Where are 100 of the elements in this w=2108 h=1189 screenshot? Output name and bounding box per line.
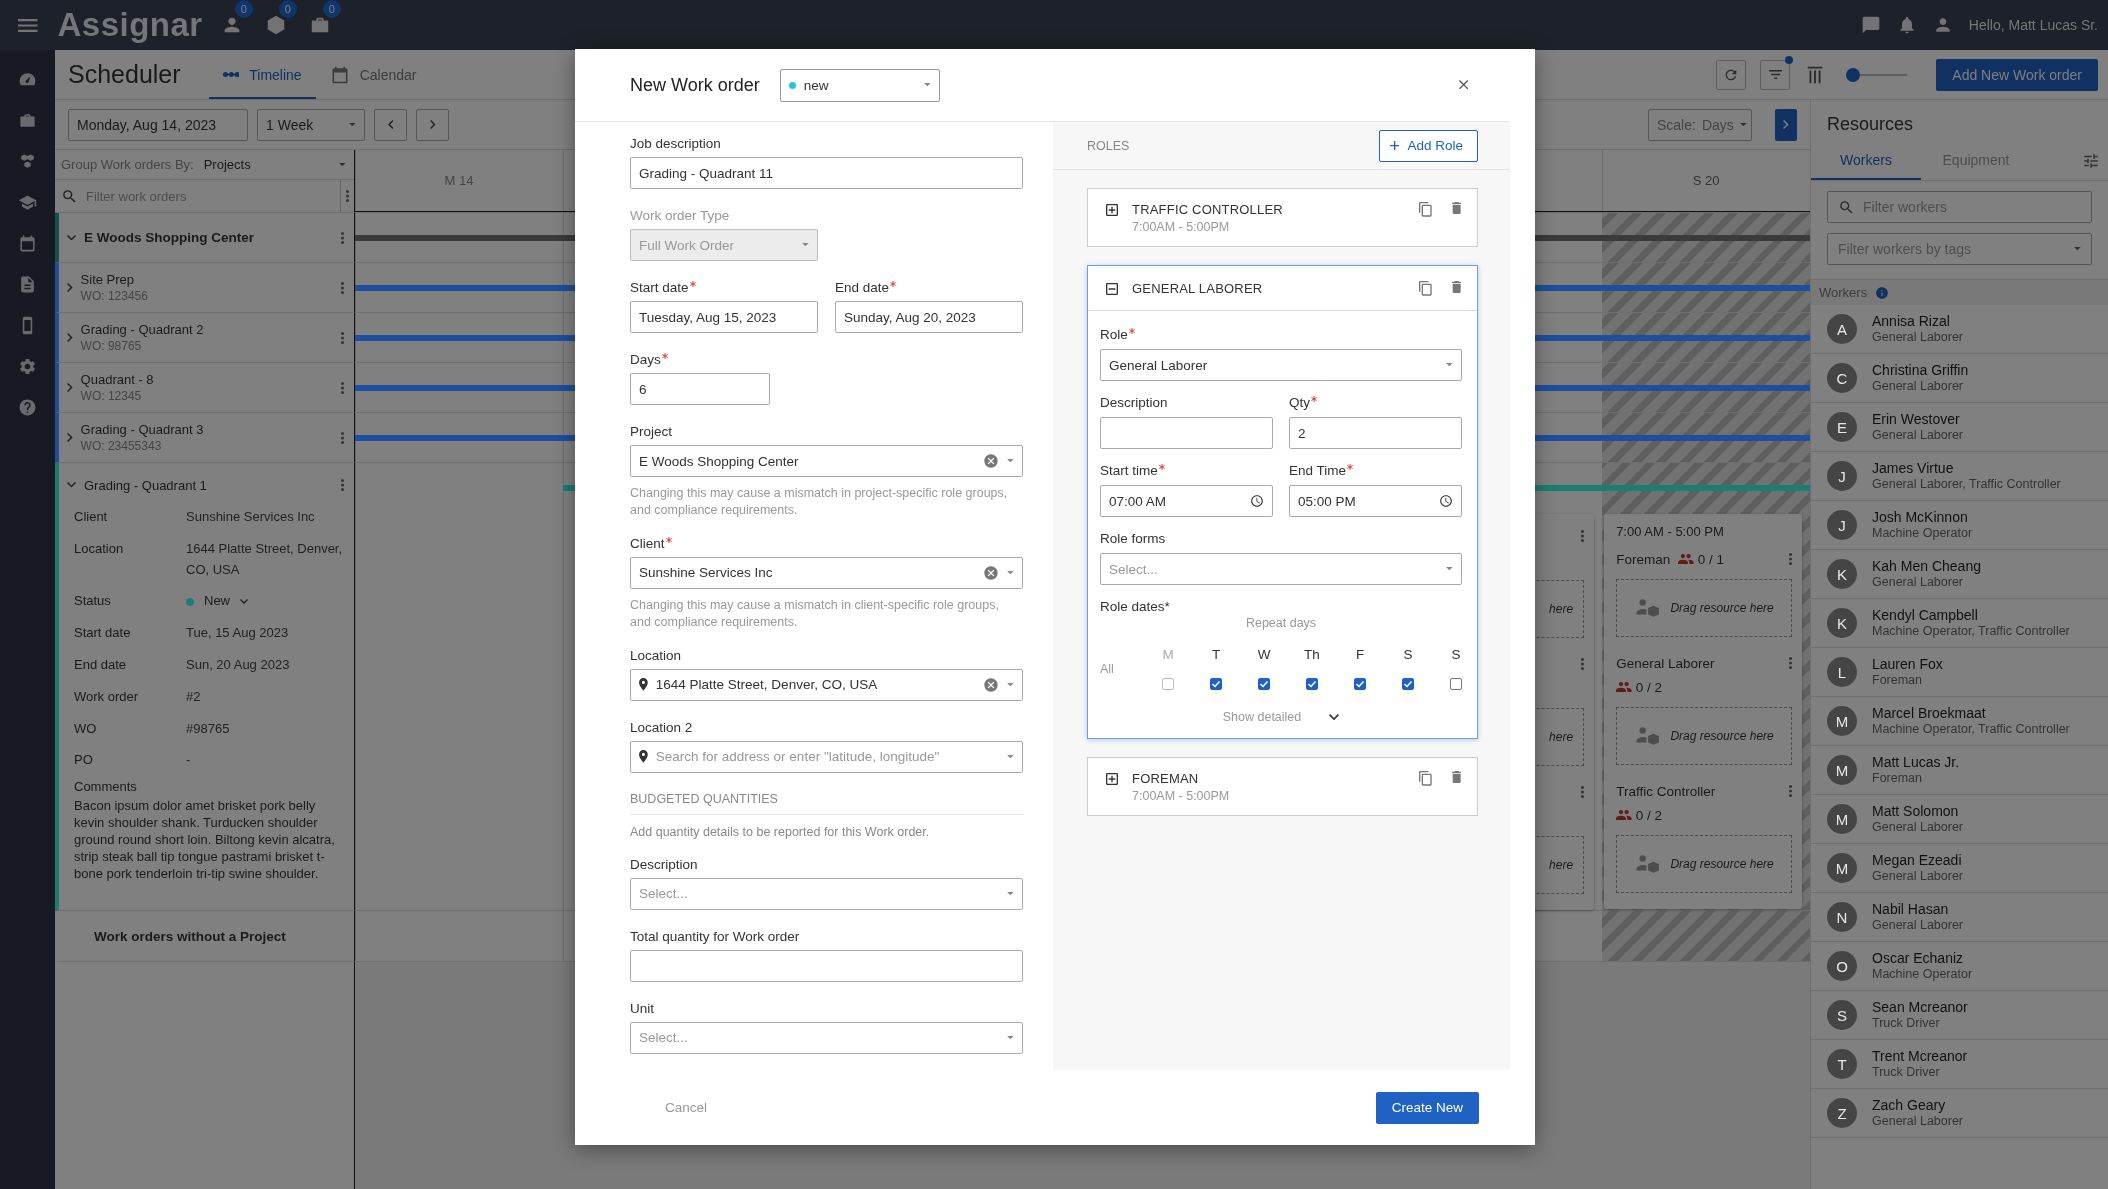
copy-icon[interactable] <box>1419 202 1432 217</box>
user-greeting[interactable]: Hello, Matt Lucas Sr. <box>1968 17 2098 33</box>
worker-item[interactable]: K Kendyl Campbell Machine Operator, Traffic Controller <box>1811 599 2108 648</box>
worker-item[interactable]: S Sean Mcreanor Truck Driver <box>1811 991 2108 1040</box>
worker-item[interactable]: O Oscar Echaniz Machine Operator <box>1811 942 2108 991</box>
location-field[interactable]: 1644 Platte Street, Denver, CO, USA <box>630 668 1023 701</box>
more-icon[interactable] <box>341 381 344 394</box>
text-field[interactable]: Grading - Quadrant 11 <box>630 157 1023 189</box>
create-button[interactable]: Create New <box>1375 1091 1479 1124</box>
sliders-icon[interactable] <box>2082 151 2100 170</box>
expand-icon[interactable] <box>1104 202 1120 218</box>
delete-icon[interactable] <box>1451 202 1461 214</box>
worker-item[interactable]: K Kah Men Cheang General Laborer <box>1811 550 2108 599</box>
clear-icon[interactable] <box>983 676 1000 693</box>
chevron-right-icon[interactable] <box>67 333 73 342</box>
select-field[interactable]: Select... <box>630 1021 1023 1054</box>
more-icon[interactable] <box>1789 657 1792 669</box>
more-icon[interactable] <box>1789 785 1792 797</box>
clear-icon[interactable] <box>983 453 1000 469</box>
day-checkbox[interactable] <box>1306 678 1318 690</box>
more-icon[interactable] <box>341 431 344 444</box>
work-order-name[interactable]: Grading - Quadrant 3 <box>80 422 333 437</box>
view-tab[interactable]: Calendar <box>315 52 431 99</box>
delete-icon[interactable] <box>1451 281 1461 293</box>
worker-item[interactable]: C Christina Griffin General Laborer <box>1811 354 2108 403</box>
calendar-icon[interactable] <box>18 234 37 253</box>
worker-item[interactable]: M Matt Solomon General Laborer <box>1811 795 2108 844</box>
slider-thumb[interactable] <box>1846 67 1861 82</box>
scale-dropdown[interactable]: Scale: Days <box>1648 108 1752 141</box>
select-field[interactable]: Select... <box>1100 553 1462 585</box>
worker-item[interactable]: M Matt Lucas Jr. Foreman <box>1811 746 2108 795</box>
day-checkbox[interactable] <box>1450 678 1462 690</box>
worker-item[interactable]: N Nabil Hasan General Laborer <box>1811 893 2108 942</box>
clear-icon[interactable] <box>983 564 1000 581</box>
text-field[interactable]: 6 <box>630 373 770 405</box>
worker-item[interactable]: Z Zach Geary General Laborer <box>1811 1089 2108 1138</box>
filter-button[interactable] <box>1760 59 1791 90</box>
copy-icon[interactable] <box>1419 281 1432 296</box>
time-field[interactable]: 05:00 PM <box>1289 485 1462 517</box>
expand-icon[interactable] <box>1104 771 1120 787</box>
status-dropdown[interactable]: new <box>779 68 940 102</box>
worker-item[interactable]: T Trent Mcreanor Truck Driver <box>1811 1040 2108 1089</box>
refresh-button[interactable] <box>1716 59 1747 90</box>
more-icon[interactable] <box>1581 658 1585 670</box>
worker-item[interactable]: M Megan Ezeadi General Laborer <box>1811 844 2108 893</box>
chevron-right-icon[interactable] <box>67 433 73 442</box>
work-order-name[interactable]: Site Prep <box>80 272 333 287</box>
work-order-name[interactable]: Quadrant - 8 <box>80 372 333 387</box>
next-button[interactable] <box>416 108 449 141</box>
more-icon[interactable] <box>341 331 344 344</box>
document-icon[interactable] <box>18 275 37 294</box>
cubes-icon[interactable] <box>18 152 37 171</box>
chevron-down-icon[interactable] <box>1329 713 1340 721</box>
resource-tab[interactable]: Workers <box>1811 141 1921 180</box>
help-icon[interactable] <box>18 398 37 417</box>
more-icon[interactable] <box>341 479 344 491</box>
settings-icon[interactable] <box>18 357 37 376</box>
day-checkbox[interactable] <box>1402 678 1414 690</box>
day-checkbox[interactable] <box>1210 678 1222 690</box>
worker-item[interactable]: A Annisa Rizal General Laborer <box>1811 305 2108 354</box>
select-field[interactable]: Sunshine Services Inc <box>630 556 1023 589</box>
drop-zone[interactable]: Drag resource here <box>1616 707 1792 765</box>
text-field[interactable] <box>1100 417 1273 449</box>
more-icon[interactable] <box>341 231 344 244</box>
date-field[interactable]: Sunday, Aug 20, 2023 <box>835 301 1023 333</box>
date-field[interactable]: Monday, Aug 14, 2023 <box>68 108 248 141</box>
more-icon[interactable] <box>1581 530 1585 542</box>
close-icon[interactable] <box>1458 80 1468 90</box>
app-logo[interactable]: Assignar <box>57 6 203 44</box>
worker-item[interactable]: J Josh McKinnon Machine Operator <box>1811 501 2108 550</box>
drop-zone[interactable]: Drag resource here <box>1616 579 1792 637</box>
date-field[interactable]: Tuesday, Aug 15, 2023 <box>630 301 818 333</box>
select-field[interactable]: General Laborer <box>1100 349 1462 381</box>
more-icon[interactable] <box>341 281 344 294</box>
text-field[interactable] <box>630 949 1023 982</box>
work-order-name[interactable]: Grading - Quadrant 2 <box>80 322 333 337</box>
drop-zone[interactable]: Drag resource here <box>1616 835 1792 893</box>
work-order-name[interactable]: Grading - Quadrant 1 <box>84 477 333 493</box>
day-checkbox[interactable] <box>1354 678 1366 690</box>
collapse-icon[interactable] <box>1104 281 1120 297</box>
menu-icon[interactable] <box>18 18 38 32</box>
time-field[interactable]: 07:00 AM <box>1100 485 1273 517</box>
briefcase-icon[interactable] <box>18 111 37 130</box>
select-field[interactable]: Select... <box>630 877 1023 910</box>
info-icon[interactable] <box>1875 285 1890 300</box>
delete-icon[interactable] <box>1451 771 1461 783</box>
text-field[interactable]: 2 <box>1289 417 1462 449</box>
group-by-dropdown[interactable]: Group Work orders By: Projects <box>55 150 354 180</box>
add-role-button[interactable]: Add Role <box>1379 129 1478 162</box>
chevron-right-icon[interactable] <box>67 283 73 292</box>
worker-item[interactable]: L Lauren Fox Foreman <box>1811 648 2108 697</box>
status-value[interactable]: New <box>204 591 230 613</box>
cancel-button[interactable]: Cancel <box>665 1100 708 1115</box>
chevron-right-icon[interactable] <box>67 383 73 392</box>
show-detailed-toggle[interactable]: Show detailed <box>1222 710 1302 724</box>
previous-button[interactable] <box>374 108 407 141</box>
more-icon[interactable] <box>346 190 349 202</box>
worker-item[interactable]: J James Virtue General Laborer, Traffic Controller <box>1811 452 2108 501</box>
chat-icon[interactable] <box>1860 15 1881 35</box>
expand-button[interactable] <box>1775 108 1797 141</box>
